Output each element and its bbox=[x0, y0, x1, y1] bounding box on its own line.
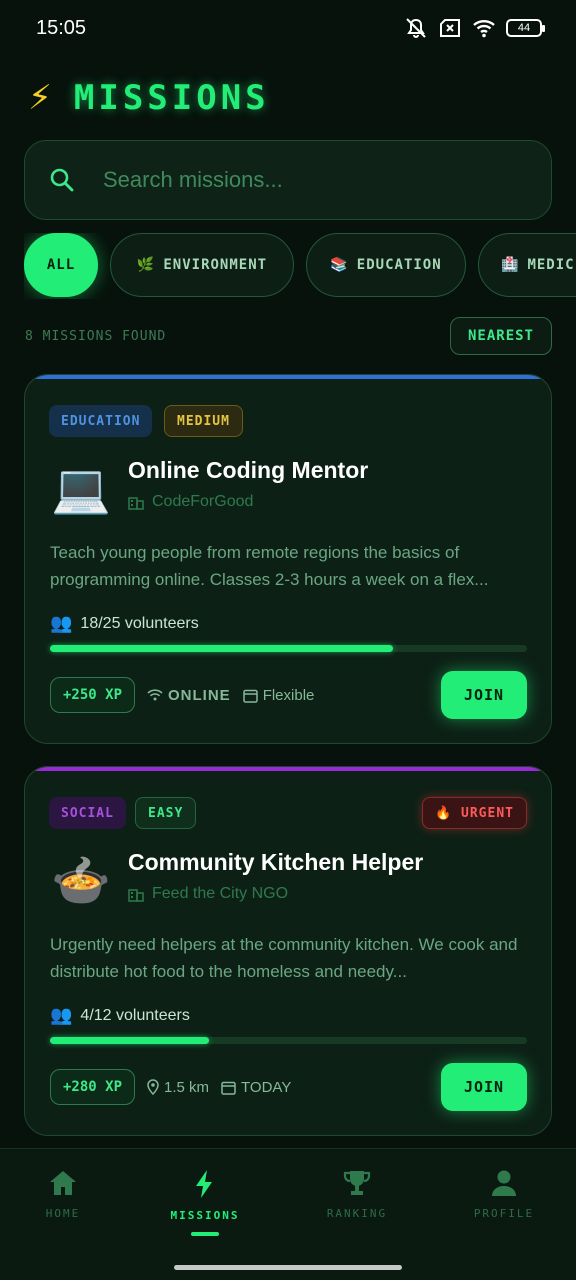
wifi-icon bbox=[473, 20, 495, 38]
org-name: CodeForGood bbox=[152, 493, 254, 510]
volunteer-count: 👥 18/25 volunteers bbox=[50, 613, 199, 634]
search-bar[interactable] bbox=[24, 140, 552, 220]
status-icons: 44 bbox=[404, 17, 545, 39]
person-icon bbox=[492, 1170, 516, 1196]
nav-item-missions[interactable]: MISSIONS bbox=[145, 1169, 265, 1236]
filter-chip-medical[interactable]: 🏥 MEDIC bbox=[478, 233, 576, 297]
nav-label: RANKING bbox=[326, 1207, 388, 1220]
nav-item-home[interactable]: HOME bbox=[3, 1169, 123, 1220]
join-button[interactable]: JOIN bbox=[441, 671, 527, 719]
nav-label: MISSIONS bbox=[170, 1209, 240, 1222]
page-title: MISSIONS bbox=[73, 78, 270, 118]
volunteer-progress bbox=[50, 645, 527, 652]
difficulty-tag: MEDIUM bbox=[164, 405, 243, 437]
people-icon: 👥 bbox=[50, 1005, 73, 1025]
schedule-text: Flexible bbox=[262, 686, 315, 704]
home-indicator[interactable] bbox=[174, 1265, 402, 1270]
volunteer-count: 👥 4/12 volunteers bbox=[50, 1005, 190, 1026]
mute-notifications-icon bbox=[406, 18, 426, 38]
mission-meta: +250 XP ONLINE Flexible bbox=[50, 677, 314, 713]
mission-card[interactable]: EDUCATION MEDIUM 💻 Online Coding Mentor … bbox=[24, 374, 552, 744]
nav-item-ranking[interactable]: RANKING bbox=[297, 1169, 417, 1220]
nav-label: PROFILE bbox=[473, 1207, 535, 1220]
schedule: TODAY bbox=[221, 1079, 291, 1096]
filter-chip-all[interactable]: ALL bbox=[24, 233, 98, 297]
nav-label: HOME bbox=[45, 1207, 81, 1220]
schedule: Flexible bbox=[242, 686, 315, 704]
category-filters: ALL 🌿 ENVIRONMENT 📚 EDUCATION 🏥 MEDIC bbox=[24, 233, 576, 299]
laptop-icon: 💻 bbox=[51, 461, 111, 517]
mission-meta: +280 XP 1.5 km TODAY bbox=[50, 1069, 291, 1105]
org-name: Feed the City NGO bbox=[152, 885, 289, 902]
category-tag: EDUCATION bbox=[49, 405, 153, 437]
mission-title[interactable]: Community Kitchen Helper bbox=[128, 849, 423, 876]
volunteer-progress bbox=[50, 1037, 527, 1044]
category-accent-bar bbox=[25, 375, 551, 379]
page-header: ⚡ MISSIONS bbox=[28, 78, 270, 118]
people-icon: 👥 bbox=[50, 613, 73, 633]
filter-label: ENVIRONMENT bbox=[163, 257, 268, 273]
filter-label: ALL bbox=[46, 257, 76, 273]
wifi-icon bbox=[147, 689, 163, 701]
calendar-icon bbox=[221, 1081, 236, 1095]
category-tag: SOCIAL bbox=[49, 797, 126, 829]
food-icon: 🍲 bbox=[51, 853, 111, 909]
urgent-badge: 🔥 URGENT bbox=[422, 797, 527, 829]
filter-chip-education[interactable]: 📚 EDUCATION bbox=[306, 233, 466, 297]
mission-org: Feed the City NGO bbox=[128, 885, 288, 903]
trophy-icon bbox=[343, 1171, 371, 1195]
location: ONLINE bbox=[147, 687, 231, 704]
schedule-text: TODAY bbox=[241, 1078, 292, 1096]
search-input[interactable] bbox=[103, 167, 503, 193]
bottom-nav: HOME MISSIONS RANKING PROFILE bbox=[0, 1148, 576, 1280]
battery-icon: 44 bbox=[506, 19, 545, 37]
bolt-icon: ⚡ bbox=[28, 78, 52, 118]
hospital-icon: 🏥 bbox=[501, 257, 520, 273]
nav-item-profile[interactable]: PROFILE bbox=[444, 1169, 564, 1220]
no-sim-icon bbox=[440, 19, 460, 37]
join-button[interactable]: JOIN bbox=[441, 1063, 527, 1111]
mission-description: Urgently need helpers at the community k… bbox=[50, 935, 518, 981]
progress-fill bbox=[50, 645, 394, 652]
bolt-icon bbox=[196, 1170, 212, 1198]
home-icon bbox=[50, 1171, 76, 1195]
results-count: 8 MISSIONS FOUND bbox=[25, 328, 167, 344]
filter-label: MEDIC bbox=[527, 257, 575, 273]
xp-badge: +250 XP bbox=[50, 677, 136, 713]
filter-label: EDUCATION bbox=[356, 257, 442, 273]
building-icon bbox=[128, 889, 144, 902]
mission-org: CodeForGood bbox=[128, 493, 253, 511]
building-icon bbox=[128, 497, 144, 510]
status-time: 15:05 bbox=[36, 16, 87, 39]
volunteer-text: 4/12 volunteers bbox=[80, 1006, 190, 1024]
results-bar: 8 MISSIONS FOUND NEAREST bbox=[25, 316, 552, 356]
volunteer-text: 18/25 volunteers bbox=[80, 614, 199, 632]
mission-title[interactable]: Online Coding Mentor bbox=[128, 457, 368, 484]
mission-description: Teach young people from remote regions t… bbox=[50, 543, 489, 589]
status-bar: 15:05 44 bbox=[0, 0, 576, 56]
location: 1.5 km bbox=[147, 1079, 209, 1096]
sort-button[interactable]: NEAREST bbox=[450, 317, 552, 355]
location-text: 1.5 km bbox=[164, 1078, 210, 1096]
location-text: ONLINE bbox=[168, 686, 231, 704]
calendar-icon bbox=[242, 689, 258, 703]
xp-badge: +280 XP bbox=[50, 1069, 136, 1105]
filter-chip-environment[interactable]: 🌿 ENVIRONMENT bbox=[110, 233, 294, 297]
active-indicator bbox=[191, 1232, 219, 1236]
progress-fill bbox=[50, 1037, 209, 1044]
difficulty-tag: EASY bbox=[135, 797, 197, 829]
books-icon: 📚 bbox=[330, 257, 349, 273]
mission-card[interactable]: SOCIAL EASY 🔥 URGENT 🍲 Community Kitchen… bbox=[24, 766, 552, 1136]
battery-level: 44 bbox=[517, 22, 531, 34]
search-icon bbox=[50, 168, 74, 192]
location-pin-icon bbox=[147, 1079, 159, 1095]
category-accent-bar bbox=[25, 767, 551, 771]
leaf-icon: 🌿 bbox=[136, 257, 156, 273]
